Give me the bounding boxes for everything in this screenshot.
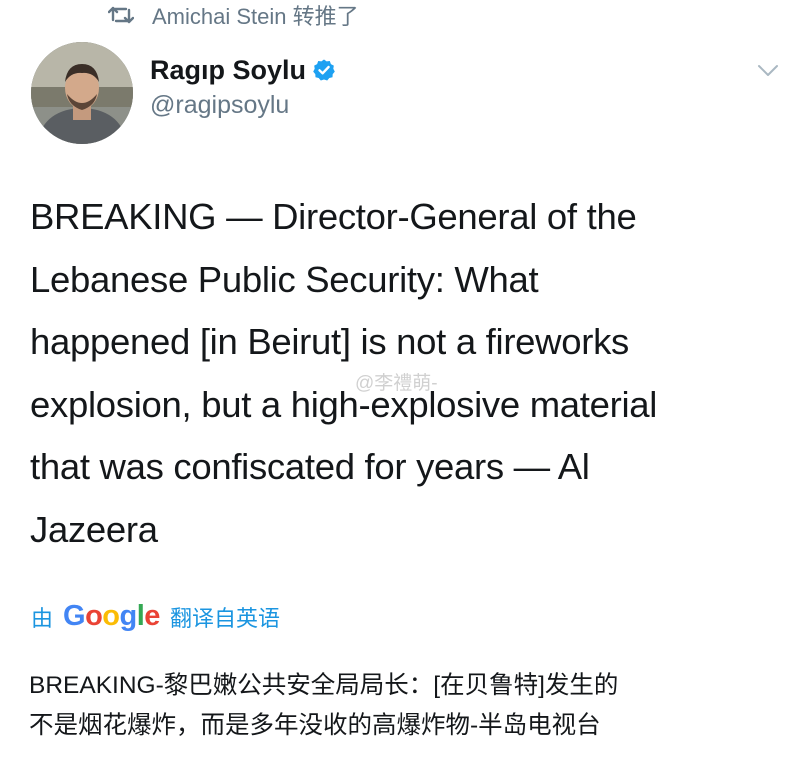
translated-text: BREAKING-黎巴嫩公共安全局局长：[在贝鲁特]发生的 不是烟花爆炸，而是多… [29,672,619,739]
author-name[interactable]: Ragıp Soylu [150,54,306,86]
retweet-indicator[interactable]: Amichai Stein 转推了 [108,0,359,30]
translation-suffix: 翻译自英语 [169,605,280,631]
verified-badge-icon [313,59,335,81]
translation-attribution[interactable]: 由 Google 翻译自英语 [31,600,280,633]
google-logo: Google [63,600,160,632]
retweet-text: Amichai Stein 转推了 [152,4,359,29]
translation-prefix: 由 [31,605,54,631]
retweet-icon [108,6,134,24]
avatar[interactable] [31,42,133,144]
watermark: @李禮萌- [355,373,438,394]
author-block[interactable]: Ragıp Soylu @ragipsoylu [150,54,336,120]
chevron-down-icon[interactable] [756,60,780,80]
avatar-image [31,42,133,144]
author-handle[interactable]: @ragipsoylu [150,90,336,120]
author-name-row[interactable]: Ragıp Soylu [150,54,336,86]
